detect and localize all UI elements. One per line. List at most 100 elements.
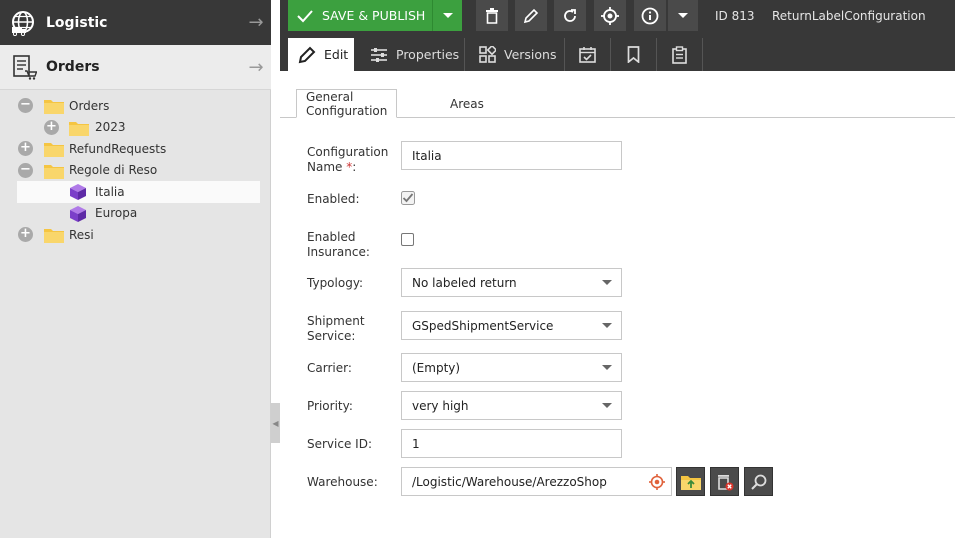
service-id-input[interactable]: 1 bbox=[401, 429, 622, 458]
caret-down-icon bbox=[602, 280, 612, 285]
panel-orders[interactable]: Orders → bbox=[0, 45, 271, 90]
locate-in-tree-button[interactable] bbox=[594, 0, 626, 31]
tab-schedule[interactable] bbox=[565, 38, 611, 71]
tree-label: Europa bbox=[95, 206, 138, 221]
shipment-service-value: GSpedShipmentService bbox=[412, 318, 554, 333]
cube-object-icon bbox=[70, 205, 86, 222]
tab-edit[interactable]: Edit bbox=[288, 38, 354, 71]
tree-label: RefundRequests bbox=[69, 141, 167, 156]
save-publish-button[interactable]: SAVE & PUBLISH bbox=[288, 0, 432, 31]
tree-label: 2023 bbox=[95, 120, 126, 135]
object-class: ReturnLabelConfiguration bbox=[772, 8, 926, 23]
folder-icon bbox=[44, 164, 64, 179]
check-icon bbox=[297, 9, 313, 22]
folder-open-icon bbox=[680, 475, 701, 490]
expand-icon[interactable]: + bbox=[18, 227, 33, 242]
warehouse-input[interactable]: /Logistic/Warehouse/ArezzoShop bbox=[401, 467, 672, 496]
subtab-general-configuration[interactable]: General Configuration bbox=[296, 89, 398, 118]
refresh-icon bbox=[564, 8, 576, 22]
locate-target-icon[interactable] bbox=[649, 474, 665, 490]
folder-icon bbox=[44, 229, 64, 243]
tree-item-refund-requests[interactable]: + RefundRequests bbox=[0, 138, 271, 160]
label-suffix: : bbox=[352, 160, 357, 174]
tab-label: Edit bbox=[324, 47, 349, 62]
more-dropdown-button[interactable] bbox=[668, 0, 698, 31]
subtab-areas[interactable]: Areas bbox=[441, 89, 493, 118]
priority-value: very high bbox=[412, 398, 469, 413]
tab-versions[interactable]: Versions bbox=[465, 38, 565, 71]
panel-title: Logistic bbox=[46, 14, 108, 31]
search-icon bbox=[750, 474, 766, 490]
delete-button[interactable] bbox=[476, 0, 508, 31]
tab-bookmarks[interactable] bbox=[611, 38, 657, 71]
cube-object-icon bbox=[70, 184, 86, 200]
service-id-value: 1 bbox=[412, 436, 420, 451]
orders-cart-icon bbox=[10, 53, 38, 81]
tree-item-2023[interactable]: + 2023 bbox=[0, 117, 271, 139]
sidebar: Logistic → Orders → − Orders + 2023 + Re… bbox=[0, 0, 271, 538]
tree-item-europa[interactable]: Europa bbox=[0, 203, 271, 225]
reload-button[interactable] bbox=[554, 0, 586, 31]
object-tree: − Orders + 2023 + RefundRequests − Regol… bbox=[0, 95, 271, 246]
info-button[interactable] bbox=[634, 0, 666, 31]
object-id: ID 813 bbox=[715, 8, 755, 23]
clear-relation-button[interactable] bbox=[710, 467, 739, 496]
globe-truck-icon bbox=[10, 9, 38, 37]
expand-icon[interactable]: + bbox=[44, 119, 59, 135]
caret-down-icon bbox=[602, 365, 612, 370]
carrier-value: (Empty) bbox=[412, 360, 461, 375]
pencil-icon bbox=[523, 8, 539, 23]
trash-icon bbox=[486, 7, 498, 24]
caret-down-icon bbox=[602, 403, 612, 408]
shipment-service-select[interactable]: GSpedShipmentService bbox=[401, 311, 622, 340]
priority-select[interactable]: very high bbox=[401, 391, 622, 420]
save-dropdown-button[interactable] bbox=[432, 0, 462, 31]
typology-select[interactable]: No labeled return bbox=[401, 268, 622, 297]
enabled-insurance-checkbox[interactable] bbox=[401, 233, 414, 246]
caret-down-icon bbox=[602, 323, 612, 328]
arrow-right-icon[interactable]: → bbox=[241, 12, 271, 33]
info-icon bbox=[641, 7, 659, 24]
carrier-select[interactable]: (Empty) bbox=[401, 353, 622, 382]
panel-logistic[interactable]: Logistic → bbox=[0, 0, 271, 45]
checkmark-icon bbox=[401, 191, 415, 205]
collapse-icon[interactable]: − bbox=[18, 162, 33, 178]
tab-properties[interactable]: Properties bbox=[354, 38, 465, 71]
open-folder-button[interactable] bbox=[676, 467, 705, 496]
target-icon bbox=[601, 6, 619, 25]
editor-tabs: Edit Properties Versions bbox=[280, 38, 955, 71]
typology-label: Typology: bbox=[307, 276, 364, 290]
config-name-label: Configuration Name *: bbox=[307, 145, 397, 175]
pencil-icon bbox=[298, 46, 316, 63]
enabled-checkbox[interactable] bbox=[401, 191, 415, 205]
rename-button[interactable] bbox=[515, 0, 547, 31]
caret-down-icon bbox=[442, 12, 453, 18]
tree-label: Resi bbox=[69, 227, 94, 242]
bookmark-icon bbox=[627, 46, 640, 63]
tree-item-regole-di-reso[interactable]: − Regole di Reso bbox=[0, 160, 271, 182]
sidebar-collapse-handle[interactable]: ◀ bbox=[271, 403, 280, 443]
priority-label: Priority: bbox=[307, 399, 353, 413]
typology-value: No labeled return bbox=[412, 275, 517, 290]
shipment-service-label: Shipment Service: bbox=[307, 314, 365, 343]
config-name-input[interactable]: Italia bbox=[401, 141, 622, 170]
caret-down-icon bbox=[678, 12, 688, 18]
clipboard-icon bbox=[672, 45, 687, 64]
search-button[interactable] bbox=[744, 467, 773, 496]
folder-icon bbox=[44, 100, 64, 114]
tree-item-italia[interactable]: Italia bbox=[17, 181, 260, 203]
editor-content: General Configuration Areas Configuratio… bbox=[280, 71, 955, 538]
enabled-label: Enabled: bbox=[307, 192, 360, 206]
sliders-icon bbox=[371, 47, 387, 62]
tree-item-resi[interactable]: + Resi bbox=[0, 224, 271, 246]
subtab-label: Areas bbox=[450, 96, 484, 111]
tree-label: Orders bbox=[69, 98, 110, 113]
expand-icon[interactable]: + bbox=[18, 141, 33, 156]
tree-item-orders[interactable]: − Orders bbox=[0, 95, 271, 117]
arrow-right-icon[interactable]: → bbox=[241, 57, 271, 78]
collapse-icon[interactable]: − bbox=[18, 98, 33, 113]
tab-label: Properties bbox=[396, 47, 460, 62]
folder-icon bbox=[44, 143, 64, 157]
config-name-value: Italia bbox=[412, 148, 442, 163]
tab-notes[interactable] bbox=[657, 38, 703, 71]
